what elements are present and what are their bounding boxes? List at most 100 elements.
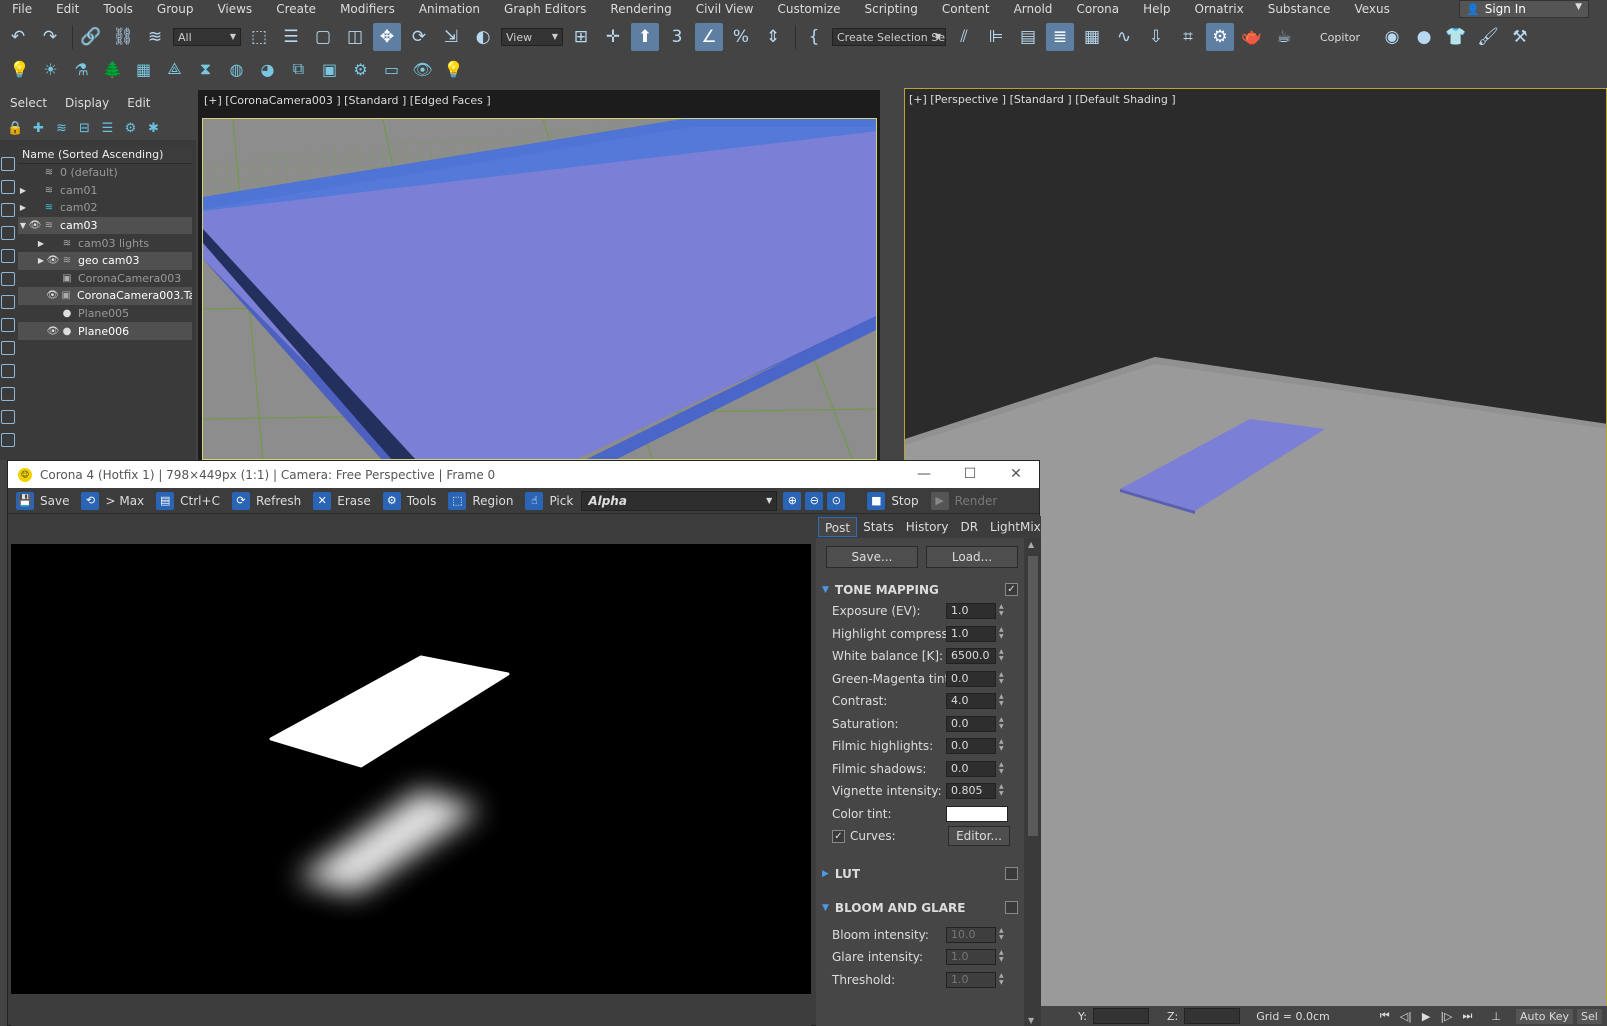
maximize-icon[interactable]: ☐ xyxy=(947,463,993,485)
link-icon[interactable]: 🔗 xyxy=(77,23,105,51)
play-icon[interactable]: ▶ xyxy=(1422,1010,1430,1023)
tree-row[interactable]: ▶ 👁 ≋ geo cam03 xyxy=(18,251,192,270)
asterisk-icon[interactable]: ✱ xyxy=(142,121,165,136)
param-value-field[interactable]: 1.0 xyxy=(946,603,996,619)
bind-space-warp-icon[interactable]: ≋ xyxy=(141,23,169,51)
goto-start-icon[interactable]: ⏮ xyxy=(1380,1009,1390,1023)
tab-lightmix[interactable]: LightMix xyxy=(984,517,1047,537)
y-coordinate-field[interactable] xyxy=(1092,1008,1149,1024)
save-button[interactable]: 💾 Save xyxy=(12,490,73,512)
spacewarps-icon[interactable] xyxy=(1,272,15,286)
param-value-field[interactable]: 0.0 xyxy=(946,760,996,777)
spinner-arrows-icon[interactable]: ▲ ▼ xyxy=(999,783,1004,797)
camera-viewport[interactable]: [+] [CoronaCamera003 ] [Standard ] [Edge… xyxy=(198,90,880,460)
percent-snap-icon[interactable]: % xyxy=(727,23,755,51)
pick-button[interactable]: ☝ Pick xyxy=(521,490,577,512)
distributed-icon[interactable]: ⚙ xyxy=(347,55,374,83)
place-icon[interactable]: ◐ xyxy=(469,23,497,51)
copy-clipboard-button[interactable]: ▤ Ctrl+C xyxy=(152,490,224,512)
expand-arrow-icon[interactable]: ▶ xyxy=(18,186,28,195)
tree-row[interactable]: 👁 ▣ CoronaCamera003.Ta xyxy=(18,287,192,305)
collapse-arrow-icon[interactable]: ▼ xyxy=(18,221,28,230)
lights-icon[interactable] xyxy=(1,203,15,217)
layer-settings-icon[interactable]: ⚙ xyxy=(119,121,142,136)
expand-arrow-icon[interactable]: ▶ xyxy=(18,203,28,212)
hierarchy-icon[interactable]: ⊟ xyxy=(73,121,96,136)
menu-arnold[interactable]: Arnold xyxy=(1002,0,1065,18)
framebuffer-title-bar[interactable]: ☺ Corona 4 (Hotfix 1) | 798×449px (1:1) … xyxy=(8,461,1039,488)
list-icon[interactable] xyxy=(1,433,15,447)
brush-icon[interactable]: 🖌 xyxy=(1474,23,1502,51)
tree-row[interactable]: ● Plane005 xyxy=(18,305,192,323)
rendered-frame-window-icon[interactable]: 🫖 xyxy=(1238,23,1266,51)
cameras-icon[interactable] xyxy=(1,226,15,240)
redo-icon[interactable]: ↷ xyxy=(36,23,64,51)
reference-coordinate-dropdown[interactable]: View ▼ xyxy=(501,28,563,46)
modify-icon[interactable] xyxy=(1,318,15,332)
sun-icon[interactable]: ☀ xyxy=(37,55,64,83)
spinner-arrows-icon[interactable]: ▲ ▼ xyxy=(999,716,1004,730)
menu-animation[interactable]: Animation xyxy=(407,0,492,18)
spinner-arrows-icon[interactable]: ▲ ▼ xyxy=(999,949,1004,963)
post-scrollbar[interactable]: ▲ ▼ xyxy=(1025,538,1041,1026)
menu-customize[interactable]: Customize xyxy=(765,0,852,18)
minimize-icon[interactable]: — xyxy=(901,463,947,485)
render-window-icon[interactable]: ▣ xyxy=(316,55,343,83)
expand-arrow-icon[interactable]: ▶ xyxy=(36,239,46,248)
render-channel-dropdown[interactable]: Alpha ▼ xyxy=(581,490,778,511)
param-value-field[interactable]: 10.0 xyxy=(946,926,996,943)
menu-substance[interactable]: Substance xyxy=(1256,0,1343,18)
render-button[interactable]: ▶ Render xyxy=(927,490,1002,512)
tab-dr[interactable]: DR xyxy=(954,517,984,537)
menu-ornatrix[interactable]: Ornatrix xyxy=(1183,0,1256,18)
z-coordinate-field[interactable] xyxy=(1184,1008,1241,1024)
region-button[interactable]: ⬚ Region xyxy=(444,490,517,512)
lut-section[interactable]: ▶ LUT xyxy=(816,864,1024,884)
scroll-down-icon[interactable]: ▼ xyxy=(1028,1016,1034,1025)
previous-frame-icon[interactable]: ◁| xyxy=(1400,1010,1412,1023)
tone-mapping-section[interactable]: ▼ TONE MAPPING ✓ xyxy=(816,580,1024,600)
tree-column-header[interactable]: Name (Sorted Ascending) xyxy=(18,146,192,164)
add-layer-icon[interactable]: ✚ xyxy=(27,121,50,136)
eye-icon[interactable]: 👁 xyxy=(409,55,436,83)
layer-explorer-icon[interactable]: ≣ xyxy=(1046,23,1074,51)
param-value-field[interactable]: 6500.0 xyxy=(946,648,996,664)
tree-row[interactable]: ▼ 👁 ≋ cam03 xyxy=(18,216,192,235)
mirror-icon[interactable]: ⫽ xyxy=(950,23,978,51)
stop-button[interactable]: ■ Stop xyxy=(863,490,922,512)
zoom-in-icon[interactable]: ⊕ xyxy=(783,491,802,510)
select-manipulate-icon[interactable]: ✛ xyxy=(599,23,627,51)
param-value-field[interactable]: 4.0 xyxy=(946,693,996,709)
undo-icon[interactable]: ↶ xyxy=(4,23,32,51)
menu-civil-view[interactable]: Civil View xyxy=(684,0,766,18)
menu-vexus[interactable]: Vexus xyxy=(1342,0,1401,18)
lut-checkbox[interactable] xyxy=(1005,866,1018,880)
ribbon-icon[interactable]: ▦ xyxy=(1078,23,1106,51)
decal-icon[interactable]: ⟁ xyxy=(161,55,188,83)
tab-post[interactable]: Post xyxy=(818,517,858,537)
color-tint-swatch[interactable] xyxy=(946,805,1008,822)
utilities-icon[interactable] xyxy=(1,410,15,424)
move-icon[interactable]: ✥ xyxy=(373,23,401,51)
tools-button[interactable]: ⚙ Tools xyxy=(379,490,441,512)
table-icon[interactable]: ▦ xyxy=(130,55,157,83)
tree-row[interactable]: ≋ 0 (default) xyxy=(18,164,192,182)
layer-stack-icon[interactable]: ☰ xyxy=(96,121,119,136)
viewport-canvas[interactable] xyxy=(202,118,877,460)
unlink-icon[interactable]: ⛓ xyxy=(109,23,137,51)
spinner-arrows-icon[interactable]: ▲ ▼ xyxy=(999,761,1004,775)
select-by-name-icon[interactable]: ☰ xyxy=(277,23,305,51)
menu-group[interactable]: Group xyxy=(145,0,206,18)
menu-help[interactable]: Help xyxy=(1131,0,1182,18)
render-production-icon[interactable]: ☕ xyxy=(1270,23,1298,51)
tree-row[interactable]: ▶ ≋ cam02 xyxy=(18,199,192,217)
spinner-arrows-icon[interactable]: ▲ ▼ xyxy=(999,972,1004,986)
menu-rendering[interactable]: Rendering xyxy=(598,0,683,18)
slicer-icon[interactable]: ⧗ xyxy=(192,55,219,83)
menu-create[interactable]: Create xyxy=(264,0,328,18)
tone-mapping-checkbox[interactable]: ✓ xyxy=(1005,583,1018,596)
menu-corona[interactable]: Corona xyxy=(1064,0,1131,18)
tree-row[interactable]: ▶ ≋ cam01 xyxy=(18,182,192,200)
zoom-fit-icon[interactable]: ⊙ xyxy=(827,491,846,510)
expand-arrow-icon[interactable]: ▶ xyxy=(36,256,46,265)
